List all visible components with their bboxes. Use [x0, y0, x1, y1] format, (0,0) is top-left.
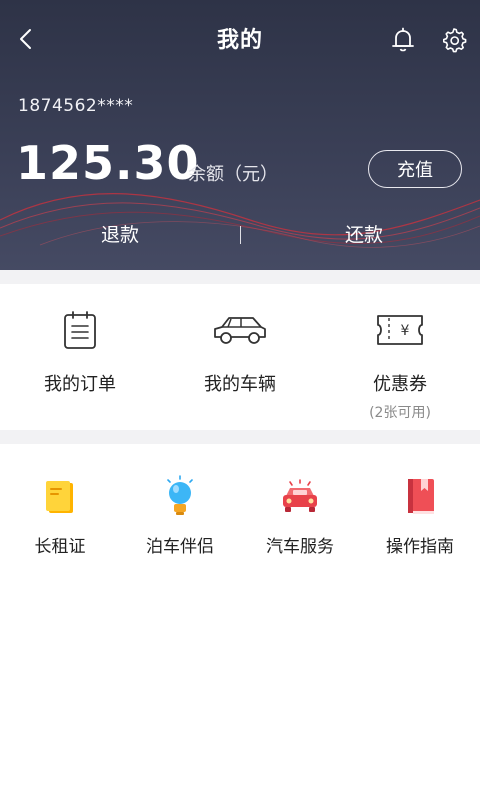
- car-icon: [214, 317, 266, 344]
- refund-button[interactable]: 退款: [60, 220, 180, 250]
- my-vehicles-button[interactable]: 我的车辆: [160, 284, 320, 430]
- services-grid: 长租证 泊车伴侣 汽车服务 操作指南: [0, 444, 480, 584]
- notification-button[interactable]: [388, 24, 418, 56]
- gear-icon: [443, 28, 467, 53]
- bulb-icon: [167, 475, 193, 515]
- divider: [240, 226, 241, 244]
- car-service-label: 汽车服务: [266, 537, 334, 557]
- my-orders-label: 我的订单: [44, 374, 116, 395]
- order-icon: [64, 311, 96, 349]
- coupons-button[interactable]: ¥ 优惠券 (2张可用): [320, 284, 480, 430]
- long-term-permit-button[interactable]: 长租证: [0, 444, 120, 574]
- bell-icon: [392, 27, 414, 52]
- coupon-icon: ¥: [377, 315, 423, 345]
- recharge-button[interactable]: 充值: [368, 150, 462, 188]
- long-term-permit-label: 长租证: [34, 537, 86, 557]
- permit-icon: [46, 481, 73, 513]
- my-orders-button[interactable]: 我的订单: [0, 284, 160, 430]
- quick-actions: 我的订单 我的车辆 ¥ 优惠券 (2张可用): [0, 284, 480, 430]
- guide-book-icon: [408, 479, 434, 514]
- section-divider: [0, 270, 480, 284]
- coupons-available-count: (2张可用): [369, 405, 431, 421]
- parking-companion-label: 泊车伴侣: [146, 537, 214, 557]
- svg-text:¥: ¥: [401, 323, 410, 339]
- parking-companion-button[interactable]: 泊车伴侣: [120, 444, 240, 574]
- balance-amount: 125.30: [16, 136, 200, 190]
- operation-guide-label: 操作指南: [386, 537, 454, 557]
- repay-button[interactable]: 还款: [304, 220, 424, 250]
- phone-number: 1874562****: [18, 96, 134, 116]
- back-button[interactable]: [10, 22, 40, 56]
- settings-button[interactable]: [438, 24, 470, 56]
- operation-guide-button[interactable]: 操作指南: [360, 444, 480, 574]
- balance-label: 余额（元）: [188, 164, 278, 185]
- car-service-icon: [283, 479, 317, 512]
- account-header: 我的 1874562**** 125.30 余额（元） 充值 退款 还款: [0, 0, 480, 270]
- car-service-button[interactable]: 汽车服务: [240, 444, 360, 574]
- section-divider: [0, 430, 480, 444]
- chevron-left-icon: [20, 29, 31, 49]
- my-vehicles-label: 我的车辆: [204, 374, 276, 395]
- coupons-label: 优惠券: [373, 374, 427, 395]
